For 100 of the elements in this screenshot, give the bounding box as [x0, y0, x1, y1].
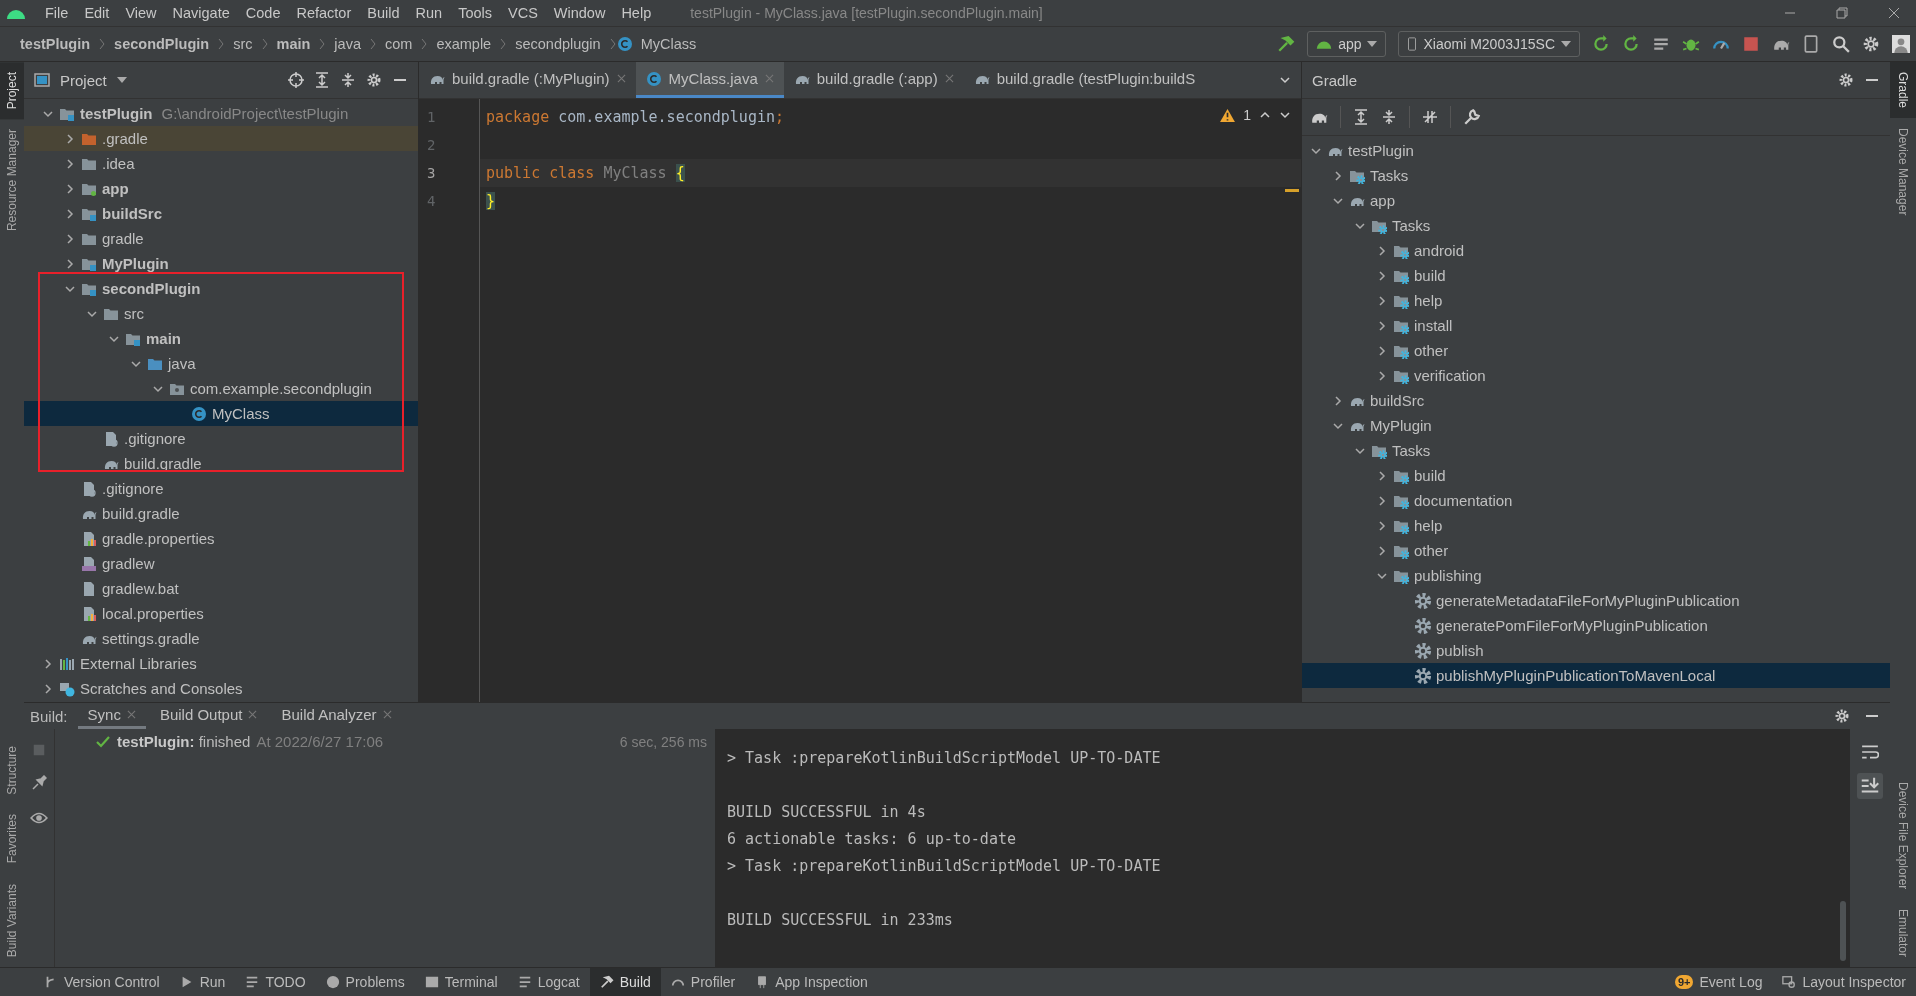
chevron-icon[interactable]	[1376, 294, 1388, 307]
menu-item[interactable]: View	[118, 5, 164, 21]
breadcrumb[interactable]: secondPlugin	[106, 36, 218, 52]
tree-item[interactable]: buildSrc	[1302, 388, 1890, 413]
wrench-icon[interactable]	[1463, 108, 1481, 126]
editor-tab[interactable]: MyClass.java	[635, 62, 784, 98]
chevron-icon[interactable]	[1376, 469, 1388, 482]
tree-item[interactable]: secondPlugin	[24, 276, 418, 301]
tool-window-button[interactable]: Build	[589, 968, 661, 996]
close-icon[interactable]	[1888, 7, 1900, 19]
tree-item[interactable]: publishMyPluginPublicationToMavenLocal	[1302, 663, 1890, 688]
tool-window-tab[interactable]: Device Manager	[1890, 118, 1916, 226]
tree-item[interactable]: verification	[1302, 363, 1890, 388]
menu-item[interactable]: Code	[238, 5, 288, 21]
tree-item[interactable]: External Libraries	[24, 651, 418, 676]
tool-window-tab[interactable]: Gradle	[1890, 62, 1916, 119]
tree-item[interactable]: help	[1302, 288, 1890, 313]
tree-item[interactable]: help	[1302, 513, 1890, 538]
chevron-icon[interactable]	[64, 182, 76, 195]
chevron-down-icon[interactable]	[1279, 109, 1291, 121]
editor-tab[interactable]: build.gradle (testPlugin:buildS	[963, 62, 1206, 98]
menu-item[interactable]: Build	[360, 5, 407, 21]
tool-window-button[interactable]: Logcat	[507, 968, 590, 996]
device-icon[interactable]	[1802, 35, 1820, 53]
menu-item[interactable]: Help	[614, 5, 659, 21]
tool-window-button[interactable]: Terminal	[414, 968, 508, 996]
tool-window-button[interactable]: Layout Inspector	[1772, 968, 1916, 996]
chevron-icon[interactable]	[1332, 169, 1344, 182]
chevron-icon[interactable]	[1332, 394, 1344, 407]
panel-title[interactable]: Project	[60, 71, 107, 89]
pin-icon[interactable]	[31, 775, 47, 791]
breadcrumb[interactable]: java	[326, 36, 369, 52]
settings-icon[interactable]	[1838, 72, 1854, 88]
device-dropdown[interactable]: Xiaomi M2003J15SC	[1398, 31, 1580, 57]
menu-item[interactable]: VCS	[501, 5, 545, 21]
chevron-icon[interactable]	[1376, 494, 1388, 507]
chevron-icon[interactable]	[1376, 544, 1388, 557]
menu-item[interactable]: Run	[408, 5, 450, 21]
tree-item[interactable]: build	[1302, 263, 1890, 288]
tree-item[interactable]: Tasks	[1302, 438, 1890, 463]
tree-item[interactable]: MyPlugin	[24, 251, 418, 276]
sync-status[interactable]: testPlugin: finished	[117, 733, 251, 750]
tree-item[interactable]: build	[1302, 463, 1890, 488]
tool-window-button[interactable]: Problems	[315, 968, 415, 996]
restore-icon[interactable]	[1836, 7, 1848, 19]
offline-icon[interactable]	[1422, 109, 1438, 125]
expand-all-icon[interactable]	[314, 72, 330, 88]
tree-item[interactable]: other	[1302, 538, 1890, 563]
tree-item[interactable]: gradlew.bat	[24, 576, 418, 601]
expand-all-icon[interactable]	[1353, 109, 1369, 125]
tool-window-button[interactable]: Version Control	[34, 968, 170, 996]
settings-icon[interactable]	[1834, 708, 1850, 724]
scrollbar-thumb[interactable]	[1840, 901, 1846, 961]
tool-window-button[interactable]: Run	[169, 968, 236, 996]
tree-item[interactable]: generatePomFileForMyPluginPublication	[1302, 613, 1890, 638]
tree-item[interactable]: .gitignore	[24, 426, 418, 451]
collapse-all-icon[interactable]	[340, 72, 356, 88]
settings-icon[interactable]	[366, 72, 382, 88]
tool-window-tab[interactable]: Structure	[0, 735, 24, 805]
tree-item[interactable]: gradle	[24, 226, 418, 251]
chevron-icon[interactable]	[1376, 369, 1388, 382]
tree-item[interactable]: gradle.properties	[24, 526, 418, 551]
tool-window-button[interactable]: 9+ Event Log	[1664, 968, 1773, 996]
breadcrumb[interactable]: main	[268, 36, 319, 52]
panel-tab[interactable]: Build Output	[149, 703, 268, 729]
chevron-icon[interactable]	[1376, 519, 1388, 532]
refresh-icon[interactable]	[1622, 35, 1640, 53]
tool-window-tab[interactable]: Favorites	[0, 804, 24, 874]
tool-window-tab[interactable]: Build Variants	[0, 873, 24, 967]
tool-window-tab[interactable]: Project	[0, 62, 24, 120]
caret-icon[interactable]	[116, 77, 127, 83]
chevron-icon[interactable]	[64, 132, 76, 145]
tree-item[interactable]: build.gradle	[24, 451, 418, 476]
tree-item[interactable]: testPlugin	[1302, 138, 1890, 163]
tree-item[interactable]: build.gradle	[24, 501, 418, 526]
tree-item[interactable]: .gitignore	[24, 476, 418, 501]
run-config-dropdown[interactable]: app	[1307, 31, 1387, 57]
chevron-icon[interactable]	[64, 232, 76, 245]
tool-window-tab[interactable]: Resource Manager	[0, 119, 24, 242]
settings-icon[interactable]	[1862, 35, 1880, 53]
refresh-icon[interactable]	[1592, 35, 1610, 53]
tree-item[interactable]: publishing	[1302, 563, 1890, 588]
tool-window-button[interactable]: Profiler	[660, 968, 746, 996]
stop-icon[interactable]	[1742, 35, 1760, 53]
panel-tab[interactable]: Sync	[77, 703, 146, 729]
chevron-down-icon[interactable]	[1279, 74, 1291, 86]
menu-item[interactable]: Refactor	[289, 5, 359, 21]
tool-window-tab[interactable]: Emulator	[1890, 898, 1916, 967]
tree-item[interactable]: java	[24, 351, 418, 376]
panel-tab[interactable]: Build Analyzer	[271, 703, 402, 729]
locate-icon[interactable]	[288, 72, 304, 88]
tool-window-button[interactable]: App Inspection	[745, 968, 878, 996]
breadcrumb[interactable]: secondplugin	[507, 36, 609, 52]
hammer-icon[interactable]	[1277, 35, 1296, 53]
breadcrumb[interactable]: src	[225, 36, 261, 52]
tree-item[interactable]: testPlugin G:\androidProject\testPlugin	[24, 101, 418, 126]
chevron-icon[interactable]	[1376, 244, 1388, 257]
chevron-icon[interactable]	[1376, 319, 1388, 332]
tool-window-tab[interactable]: Device File Explorer	[1890, 771, 1916, 899]
tree-item[interactable]: Tasks	[1302, 213, 1890, 238]
